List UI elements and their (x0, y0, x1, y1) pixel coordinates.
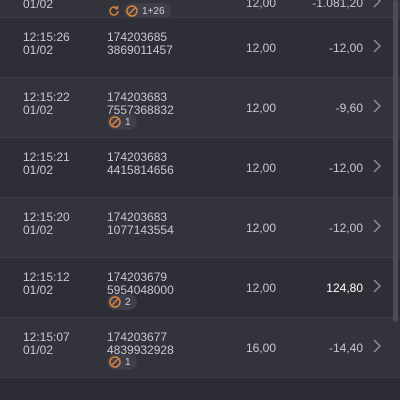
row-amount: 12,00 (246, 101, 277, 115)
row-delta: -12,00 (328, 41, 363, 55)
chevron-right-icon (373, 279, 382, 293)
transaction-list: 01/02 1+26 12,00 -1.081,20 12:15:26 01/02… (0, 0, 400, 378)
scrollbar[interactable] (393, 0, 398, 322)
row-delta: -1.081,20 (312, 0, 363, 10)
row-date: 01/02 (23, 0, 54, 11)
row-time: 12:15:21 01/02 (23, 150, 70, 177)
badge-group: 1+26 (107, 3, 171, 19)
row-amount: 12,00 (246, 281, 277, 295)
orange-circle-slash-icon (109, 356, 121, 368)
row-ids: 174203683 1077143554 (107, 210, 174, 237)
row-delta: -12,00 (328, 161, 363, 175)
row-time: 12:15:12 01/02 (23, 270, 70, 297)
chevron-right-icon (373, 0, 382, 8)
row-time: 12:15:07 01/02 (23, 330, 70, 357)
count-badge: 2 (107, 294, 137, 310)
count-badge: 1+26 (124, 3, 171, 19)
list-item[interactable]: 12:15:20 01/02 174203683 1077143554 12,00 … (0, 198, 400, 258)
row-ids: 174203683 4415814656 (107, 150, 174, 177)
count-badge: 1 (107, 354, 137, 370)
chevron-right-icon (373, 39, 382, 53)
row-delta: -9,60 (335, 101, 363, 115)
orange-circle-slash-icon (109, 296, 121, 308)
list-item[interactable]: 12:15:22 01/02 174203683 7557368832 1 12,0… (0, 78, 400, 138)
row-delta: -14,40 (328, 341, 363, 355)
row-delta: 124,80 (326, 281, 363, 295)
row-delta: -12,00 (328, 221, 363, 235)
row-amount: 12,00 (246, 221, 277, 235)
chevron-right-icon (373, 99, 382, 113)
row-amount: 12,00 (246, 0, 277, 10)
row-amount: 16,00 (246, 341, 277, 355)
list-item[interactable]: 12:15:12 01/02 174203679 5954048000 2 12,0… (0, 258, 400, 318)
list-item[interactable]: 12:15:07 01/02 174203677 4839932928 1 16,0… (0, 318, 400, 378)
row-time: 12:15:26 01/02 (23, 30, 70, 57)
refresh-icon (109, 6, 119, 16)
orange-circle-slash-icon (109, 116, 121, 128)
chevron-right-icon (373, 159, 382, 173)
row-amount: 12,00 (246, 161, 277, 175)
row-amount: 12,00 (246, 41, 277, 55)
list-item[interactable]: 01/02 1+26 12,00 -1.081,20 (0, 0, 400, 19)
chevron-right-icon (373, 219, 382, 233)
orange-circle-slash-icon (126, 5, 138, 17)
row-time: 12:15:20 01/02 (23, 210, 70, 237)
count-badge: 1 (107, 114, 137, 130)
row-ids: 174203685 3869011457 (107, 30, 173, 57)
list-item[interactable]: 12:15:26 01/02 174203685 3869011457 12,00 … (0, 18, 400, 78)
chevron-right-icon (373, 339, 382, 353)
row-time: 12:15:22 01/02 (23, 90, 70, 117)
list-item[interactable]: 12:15:21 01/02 174203683 4415814656 12,00 … (0, 138, 400, 198)
